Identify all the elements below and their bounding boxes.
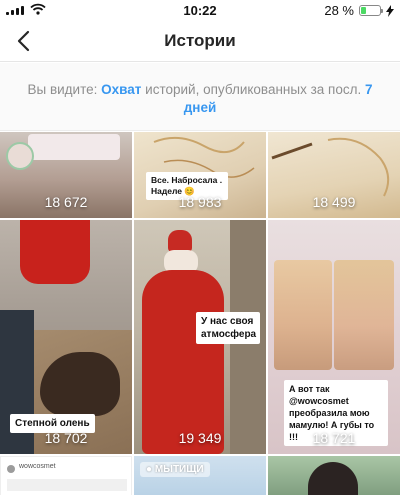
- red-robe: [142, 270, 224, 454]
- reach-count: 18 721: [312, 430, 356, 446]
- stories-grid: 18 672 Все. Набросала . Наделе 😊 18 983 …: [0, 132, 400, 495]
- reach-count: 18 672: [44, 194, 88, 210]
- filter-info: Вы видите: Охват историй, опубликованных…: [0, 63, 400, 131]
- charging-bolt-icon: [386, 4, 394, 17]
- nav-bar: Истории: [0, 20, 400, 62]
- story-preview: [7, 479, 127, 491]
- story-text-sticker: У нас своя атмосфера: [196, 312, 260, 344]
- santa-hat: [168, 230, 192, 252]
- info-middle: историй, опубликованных за посл.: [145, 82, 362, 97]
- reach-count: 19 349: [178, 430, 222, 446]
- red-dress: [20, 220, 90, 284]
- battery-percent: 28 %: [324, 3, 354, 18]
- reach-count: 18 702: [44, 430, 88, 446]
- page-title: Истории: [164, 31, 236, 50]
- status-bar: 10:22 28 %: [0, 0, 400, 20]
- status-right: 28 %: [324, 3, 394, 18]
- battery-icon: [359, 5, 383, 16]
- info-prefix: Вы видите:: [27, 82, 98, 97]
- person-head: [308, 462, 358, 495]
- story-tile[interactable]: Все. Набросала . Наделе 😊 18 983: [134, 132, 266, 218]
- story-tile[interactable]: ● МЫТИЩИ: [134, 456, 266, 495]
- story-tile[interactable]: А вот так @wowcosmet преобразила мою мам…: [268, 220, 400, 454]
- story-tile[interactable]: У нас своя атмосфера 19 349: [134, 220, 266, 454]
- location-name: МЫТИЩИ: [154, 464, 204, 475]
- story-tile[interactable]: wowcosmet: [0, 456, 132, 495]
- after-photo: [334, 260, 394, 370]
- reach-count: 18 499: [312, 194, 356, 210]
- before-photo: [274, 260, 332, 370]
- reach-count: 18 983: [178, 194, 222, 210]
- story-username: wowcosmet: [19, 463, 56, 470]
- story-thumbnail: [28, 134, 120, 160]
- story-thumbnail-detail: [6, 142, 34, 170]
- story-tile[interactable]: [268, 456, 400, 495]
- story-tile[interactable]: 18 499: [268, 132, 400, 218]
- story-tile[interactable]: 18 672: [0, 132, 132, 218]
- location-sticker: ● МЫТИЩИ: [140, 462, 210, 477]
- story-tile[interactable]: Степной олень 18 702: [0, 220, 132, 454]
- avatar: [7, 465, 15, 473]
- metric-filter-link[interactable]: Охват: [101, 82, 141, 97]
- dog: [40, 352, 120, 416]
- location-pin-icon: ●: [146, 464, 153, 475]
- battery-level: [361, 7, 367, 14]
